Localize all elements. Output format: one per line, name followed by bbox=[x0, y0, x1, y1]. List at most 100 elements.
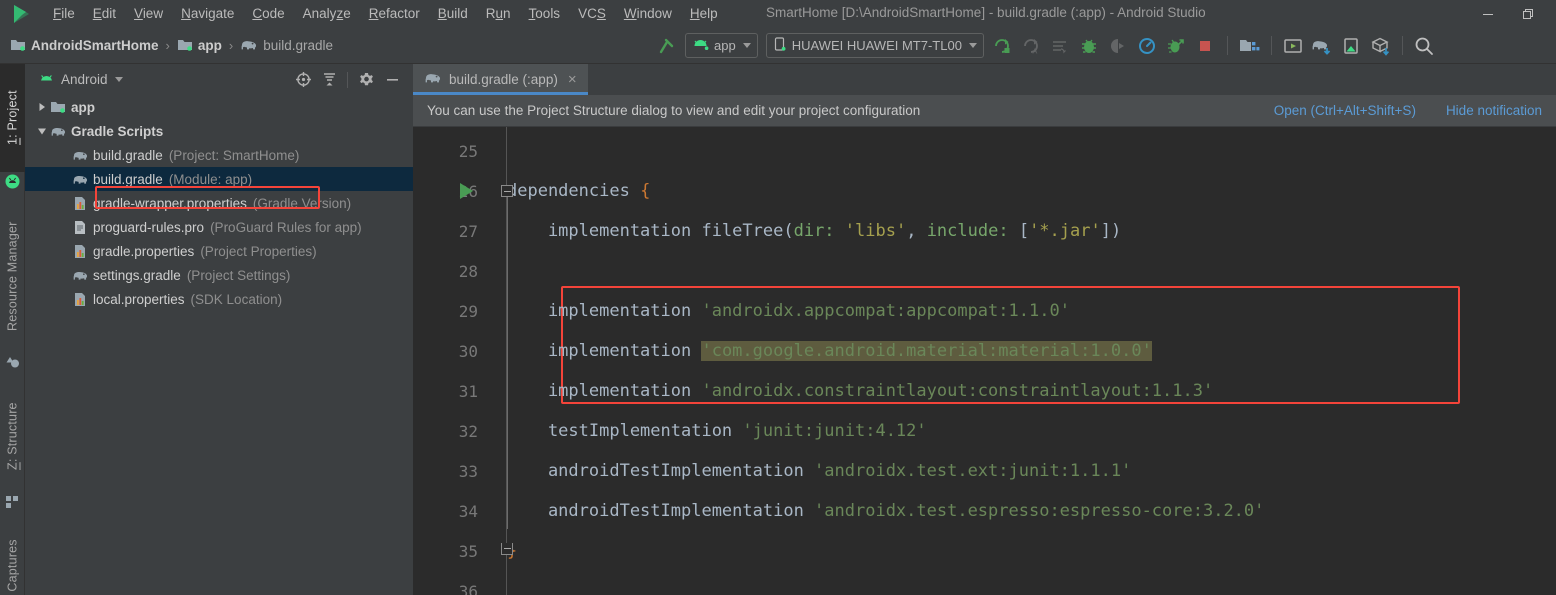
code-token: ( bbox=[783, 221, 794, 241]
project-tool-window: Android local.properties (SDK Location) … bbox=[25, 64, 413, 595]
run-coverage-icon[interactable] bbox=[1163, 32, 1190, 59]
code-token: 'com.google.android.material:material:1.… bbox=[701, 341, 1152, 361]
fold-region-line bbox=[507, 197, 508, 529]
menu-item-refactor[interactable]: Refactor bbox=[360, 3, 429, 24]
avd-manager-icon[interactable] bbox=[1280, 32, 1307, 59]
code-line[interactable]: implementation 'com.google.android.mater… bbox=[507, 331, 1152, 371]
minimize-button[interactable] bbox=[1468, 0, 1508, 27]
project-view-selector[interactable]: Android bbox=[38, 72, 123, 88]
editor-area: build.gradle (:app) × You can use the Pr… bbox=[413, 64, 1556, 595]
code-token: dependencies bbox=[507, 181, 641, 201]
gradle-elephant-icon bbox=[49, 125, 67, 138]
sdk-manager-icon[interactable] bbox=[1236, 32, 1263, 59]
debug-bug-icon[interactable] bbox=[1076, 32, 1103, 59]
code-token: , bbox=[906, 221, 927, 241]
code-line[interactable]: androidTestImplementation 'androidx.test… bbox=[507, 491, 1264, 531]
editor-gutter[interactable]: 25 26 27 28 29 30 31 32 33 34 35 36 bbox=[413, 127, 488, 595]
menu-item-code[interactable]: Code bbox=[243, 3, 293, 24]
line-number: 28 bbox=[458, 262, 478, 281]
gear-icon[interactable] bbox=[353, 67, 379, 93]
tree-item-local-properties[interactable]: local.properties (SDK Location) bbox=[25, 287, 413, 311]
code-line[interactable]: implementation fileTree(dir: 'libs', inc… bbox=[507, 211, 1121, 251]
device-label: HUAWEI HUAWEI MT7-TL00 bbox=[791, 38, 962, 53]
breadcrumb-item-module[interactable]: app bbox=[177, 38, 222, 53]
tree-item-name: build.gradle bbox=[93, 171, 163, 187]
menu-item-analyze[interactable]: Analyze bbox=[294, 3, 360, 24]
menu-item-build[interactable]: Build bbox=[429, 3, 477, 24]
code-line[interactable]: implementation 'androidx.appcompat:appco… bbox=[507, 291, 1070, 331]
layout-inspector-icon[interactable] bbox=[1367, 32, 1394, 59]
tree-item-gradle-properties[interactable]: gradle.properties (Project Properties) bbox=[25, 239, 413, 263]
notification-bar: You can use the Project Structure dialog… bbox=[413, 95, 1556, 127]
sidebar-item-structure[interactable]: Z: Structure bbox=[0, 382, 25, 490]
menu-item-file[interactable]: File bbox=[44, 3, 84, 24]
tree-item-build-gradle[interactable]: build.gradle (Project: SmartHome) bbox=[25, 143, 413, 167]
chevron-down-icon[interactable] bbox=[35, 127, 49, 136]
tree-item-name: build.gradle bbox=[93, 147, 163, 163]
menu-item-help[interactable]: Help bbox=[681, 3, 727, 24]
tree-item-name: Gradle Scripts bbox=[71, 123, 164, 139]
breadcrumb-label: app bbox=[197, 37, 222, 53]
code-line[interactable]: androidTestImplementation 'androidx.test… bbox=[507, 451, 1131, 491]
menu-item-run[interactable]: Run bbox=[477, 3, 520, 24]
collapse-all-icon[interactable] bbox=[316, 67, 342, 93]
properties-file-icon bbox=[71, 244, 89, 259]
device-explorer-icon[interactable] bbox=[1338, 32, 1365, 59]
run-gutter-icon[interactable] bbox=[460, 183, 473, 199]
chevron-right-icon[interactable] bbox=[35, 102, 49, 112]
code-line[interactable]: testImplementation 'junit:junit:4.12' bbox=[507, 411, 927, 451]
resource-manager-icon bbox=[5, 354, 20, 369]
run-configuration-selector[interactable]: app bbox=[685, 33, 758, 58]
restore-button[interactable] bbox=[1508, 0, 1548, 27]
device-selector[interactable]: HUAWEI HUAWEI MT7-TL00 bbox=[765, 33, 984, 58]
build-hammer-icon[interactable] bbox=[653, 32, 680, 59]
breadcrumb-item-file[interactable]: build.gradle bbox=[240, 38, 333, 53]
run-icon[interactable] bbox=[1047, 32, 1074, 59]
code-line[interactable]: dependencies { bbox=[507, 171, 650, 211]
breadcrumb-item-project[interactable]: AndroidSmartHome bbox=[10, 38, 159, 53]
open-project-structure-link[interactable]: Open (Ctrl+Alt+Shift+S) bbox=[1274, 103, 1416, 118]
tree-item-meta: (Project: SmartHome) bbox=[168, 147, 300, 163]
sidebar-item-resource-manager[interactable]: Resource Manager bbox=[0, 202, 25, 350]
tree-item-app[interactable]: app bbox=[25, 95, 413, 119]
minimize-icon[interactable] bbox=[379, 67, 405, 93]
menu-item-edit[interactable]: Edit bbox=[84, 3, 125, 24]
menu-item-window[interactable]: Window bbox=[615, 3, 681, 24]
apply-changes-icon[interactable] bbox=[989, 32, 1016, 59]
sidebar-item-layout-captures[interactable]: Layout Captures bbox=[0, 524, 25, 595]
code-token: androidTestImplementation bbox=[507, 461, 815, 481]
gradle-elephant-icon bbox=[71, 269, 89, 282]
tree-item-settings-gradle[interactable]: settings.gradle (Project Settings) bbox=[25, 263, 413, 287]
fold-collapse-icon[interactable] bbox=[501, 185, 513, 197]
search-icon[interactable] bbox=[1411, 32, 1438, 59]
tree-item-proguard-rules-pro[interactable]: proguard-rules.pro (ProGuard Rules for ap… bbox=[25, 215, 413, 239]
tree-item-gradle-wrapper-properties[interactable]: gradle-wrapper.properties (Gradle Version… bbox=[25, 191, 413, 215]
gradle-sync-icon[interactable] bbox=[1309, 32, 1336, 59]
menu-item-tools[interactable]: Tools bbox=[520, 3, 570, 24]
hide-notification-link[interactable]: Hide notification bbox=[1446, 103, 1542, 118]
profiler-gauge-icon[interactable] bbox=[1134, 32, 1161, 59]
stop-square-icon[interactable] bbox=[1192, 32, 1219, 59]
menu-item-view[interactable]: View bbox=[125, 3, 172, 24]
close-icon[interactable]: × bbox=[566, 72, 579, 87]
sidebar-item-project[interactable]: 1: Project bbox=[0, 64, 25, 172]
fold-expand-icon[interactable] bbox=[501, 543, 513, 555]
menu-item-vcs[interactable]: VCS bbox=[569, 3, 615, 24]
toolbar-divider bbox=[1270, 36, 1272, 55]
menu-item-navigate[interactable]: Navigate bbox=[172, 3, 243, 24]
code-line[interactable]: implementation 'androidx.constraintlayou… bbox=[507, 371, 1213, 411]
sidebar-item-label: Layout Captures bbox=[5, 539, 20, 595]
target-crosshair-icon[interactable] bbox=[290, 67, 316, 93]
line-number: 29 bbox=[458, 302, 478, 321]
code-token: 'libs' bbox=[844, 221, 907, 241]
tab-build-gradle-app[interactable]: build.gradle (:app) × bbox=[413, 64, 588, 95]
line-number: 33 bbox=[458, 462, 478, 481]
attach-debugger-icon[interactable] bbox=[1105, 32, 1132, 59]
code-editor[interactable]: 25 26 27 28 29 30 31 32 33 34 35 36 dependencies { … bbox=[413, 127, 1556, 595]
tree-item-build-gradle[interactable]: build.gradle (Module: app) bbox=[25, 167, 413, 191]
module-folder-icon bbox=[177, 38, 193, 52]
text-file-icon bbox=[71, 220, 89, 235]
line-number: 34 bbox=[458, 502, 478, 521]
apply-code-changes-icon[interactable]: A bbox=[1018, 32, 1045, 59]
tree-item-gradle-scripts[interactable]: Gradle Scripts bbox=[25, 119, 413, 143]
